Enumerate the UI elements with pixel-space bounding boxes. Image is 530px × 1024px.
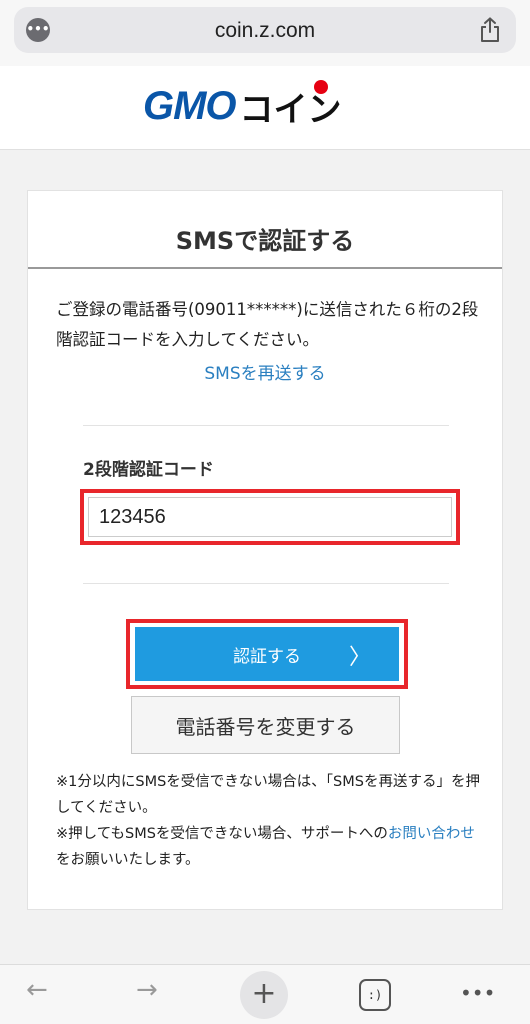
gmo-coin-logo[interactable]: GMO コイン (143, 79, 342, 129)
divider (83, 583, 449, 584)
verify-button-label: 認証する (233, 646, 301, 667)
note-resend: ※1分以内にSMSを受信できない場合は、「SMSを再送する」を押してください。 (56, 774, 480, 816)
logo-coin-label: コイン (239, 90, 342, 129)
logo-gmo-text: GMO (143, 83, 237, 128)
code-input-highlight (80, 489, 460, 545)
contact-link[interactable]: お問い合わせ (388, 826, 475, 842)
divider (83, 425, 449, 426)
new-tab-plus-icon[interactable]: + (240, 971, 288, 1019)
browser-toolbar: ← → + :) ••• (0, 964, 530, 1024)
submit-button-highlight: 認証する 〉 (126, 619, 408, 689)
resend-sms-link[interactable]: SMSを再送する (28, 359, 502, 384)
note-contact-post: をお願いいたします。 (56, 852, 200, 868)
url-pill[interactable]: ••• coin.z.com (14, 7, 516, 53)
sms-auth-card: SMSで認証する ご登録の電話番号(09011******)に送信された６桁の2… (27, 190, 503, 910)
page-title: SMSで認証する (28, 191, 502, 269)
note-contact: ※押してもSMSを受信できない場合、サポートへのお問い合わせをお願いいたします。 (56, 821, 486, 873)
notes: ※1分以内にSMSを受信できない場合は、「SMSを再送する」を押してください。 … (56, 769, 486, 873)
note-contact-pre: ※押してもSMSを受信できない場合、サポートへの (56, 826, 388, 842)
browser-address-bar: ••• coin.z.com (0, 0, 530, 66)
menu-dots-icon[interactable]: ••• (460, 981, 495, 1005)
change-phone-button[interactable]: 電話番号を変更する (131, 696, 400, 754)
back-arrow-icon[interactable]: ← (26, 975, 48, 1005)
logo-red-dot (313, 79, 328, 94)
forward-arrow-icon[interactable]: → (136, 975, 158, 1005)
auth-code-input[interactable] (88, 497, 452, 537)
chevron-right-icon: 〉 (348, 645, 371, 670)
code-field-label: 2段階認証コード (83, 460, 214, 480)
instruction-text: ご登録の電話番号(09011******)に送信された６桁の2段階認証コードを入… (56, 300, 479, 349)
share-icon[interactable] (478, 17, 502, 43)
verify-button[interactable]: 認証する 〉 (135, 627, 399, 681)
site-header: GMO コイン (0, 66, 530, 150)
tabs-icon[interactable]: :) (359, 979, 391, 1011)
logo-coin-text: コイン (239, 79, 342, 131)
url-text[interactable]: coin.z.com (14, 19, 516, 43)
